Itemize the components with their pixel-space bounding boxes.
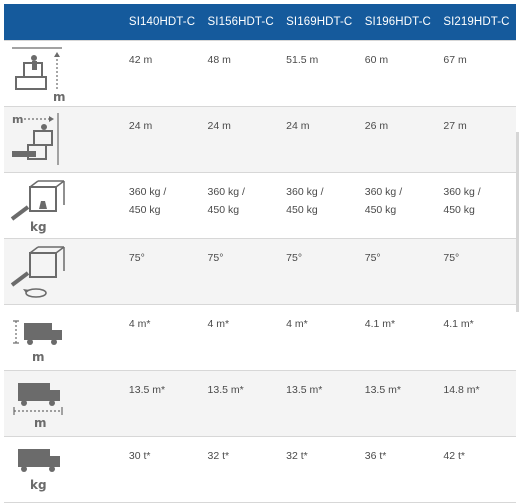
spec-value: 4.1 m* — [358, 304, 438, 371]
spec-value: 4.1 m* — [437, 304, 516, 371]
spec-value: 360 kg /450 kg — [201, 172, 281, 239]
spec-value: 32 t* — [280, 436, 359, 503]
spec-row-platform-rotation: 75° 75° 75° 75° 75° — [4, 238, 516, 305]
spec-value: 48 m — [201, 40, 281, 107]
spec-value: 13.5 m* — [358, 370, 438, 437]
column-header-model: SI169HDT-C — [280, 4, 359, 41]
spec-value: 27 m — [437, 106, 516, 173]
column-header-model: SI140HDT-C — [122, 4, 202, 41]
spec-value: 30 t* — [122, 436, 202, 503]
header-corner — [4, 4, 123, 41]
spec-value: 75° — [437, 238, 516, 305]
platform-capacity-icon: kg — [10, 180, 65, 234]
truck-weight-icon: kg — [18, 449, 60, 492]
platform-rotation-icon — [10, 246, 65, 298]
spec-value: 14.8 m* — [437, 370, 516, 437]
spec-comparison-page: SI140HDT-C SI156HDT-C SI169HDT-C SI196HD… — [0, 0, 520, 504]
svg-text:m: m — [53, 90, 66, 103]
spec-row-working-height: m 42 m 48 m 51.5 m 60 m 67 m — [4, 40, 516, 107]
spec-value: 360 kg /450 kg — [358, 172, 438, 239]
svg-text:m: m — [32, 350, 45, 364]
truck-height-icon: m — [13, 320, 62, 364]
horizontal-outreach-icon: m — [12, 113, 59, 165]
spec-value: 60 m — [358, 40, 438, 107]
spec-value: 4 m* — [280, 304, 359, 371]
header-row: SI140HDT-C SI156HDT-C SI169HDT-C SI196HD… — [4, 4, 516, 41]
spec-value: 42 t* — [437, 436, 516, 503]
spec-table: SI140HDT-C SI156HDT-C SI169HDT-C SI196HD… — [4, 4, 516, 503]
spec-value: 75° — [122, 238, 202, 305]
spec-row-truck-weight: kg 30 t* 32 t* 32 t* 36 t* 42 t* — [4, 436, 516, 503]
spec-value: 4 m* — [201, 304, 281, 371]
spec-value: 13.5 m* — [280, 370, 359, 437]
spec-value: 67 m — [437, 40, 516, 107]
truck-length-icon: m — [13, 383, 63, 430]
column-header-model: SI196HDT-C — [358, 4, 438, 41]
spec-row-truck-height: m 4 m* 4 m* 4 m* 4.1 m* 4.1 m* — [4, 304, 516, 371]
working-height-icon: m — [12, 47, 66, 103]
spec-row-outreach: m 24 m 24 m 24 m 26 m 27 m — [4, 106, 516, 173]
spec-value: 4 m* — [122, 304, 202, 371]
svg-text:m: m — [12, 113, 23, 126]
spec-value: 26 m — [358, 106, 438, 173]
spec-row-platform-capacity: kg 360 kg /450 kg 360 kg /450 kg 360 kg … — [4, 172, 516, 239]
spec-value: 32 t* — [201, 436, 281, 503]
spec-row-truck-length: m 13.5 m* 13.5 m* 13.5 m* 13.5 m* 14.8 m… — [4, 370, 516, 437]
spec-value: 36 t* — [358, 436, 438, 503]
svg-text:kg: kg — [30, 220, 47, 234]
scrollbar[interactable] — [516, 132, 519, 312]
spec-value: 360 kg /450 kg — [437, 172, 516, 239]
spec-value: 24 m — [201, 106, 281, 173]
spec-value: 75° — [358, 238, 438, 305]
spec-value: 42 m — [122, 40, 202, 107]
spec-value: 75° — [280, 238, 359, 305]
svg-text:kg: kg — [30, 478, 47, 492]
spec-value: 13.5 m* — [122, 370, 202, 437]
svg-text:m: m — [34, 416, 47, 430]
spec-value: 24 m — [280, 106, 359, 173]
spec-value: 51.5 m — [280, 40, 359, 107]
spec-value: 13.5 m* — [201, 370, 281, 437]
spec-value: 24 m — [122, 106, 202, 173]
column-header-model: SI156HDT-C — [201, 4, 281, 41]
column-header-model: SI219HDT-C — [437, 4, 516, 41]
spec-value: 360 kg /450 kg — [122, 172, 202, 239]
spec-value: 360 kg /450 kg — [280, 172, 359, 239]
spec-value: 75° — [201, 238, 281, 305]
